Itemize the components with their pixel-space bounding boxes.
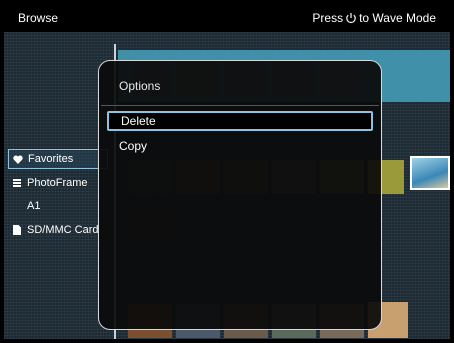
option-delete[interactable]: Delete: [107, 111, 373, 131]
list-icon: [12, 179, 22, 187]
top-bar: Browse Press to Wave Mode: [4, 4, 450, 32]
sidebar-item-label: A1: [27, 200, 41, 212]
sidebar-item-label: SD/MMC Card: [27, 224, 99, 236]
dialog-divider: [101, 105, 379, 106]
power-icon: [346, 13, 356, 24]
option-label: Copy: [119, 139, 148, 153]
hint-suffix: to Wave Mode: [359, 11, 436, 25]
page-title: Browse: [18, 11, 59, 25]
options-dialog: Options Delete Copy: [98, 60, 382, 330]
hint-prefix: Press: [312, 11, 344, 25]
sidebar-item-label: Favorites: [28, 153, 74, 165]
sidebar-item-photoframe[interactable]: PhotoFrame: [8, 173, 108, 193]
option-label: Delete: [121, 114, 156, 128]
heart-icon: [13, 155, 23, 164]
sidebar-item-label: PhotoFrame: [27, 177, 88, 189]
option-copy[interactable]: Copy: [107, 136, 373, 156]
sidebar-item-favorites[interactable]: Favorites: [8, 149, 108, 169]
dialog-title: Options: [119, 79, 161, 93]
sidebar-item-sd-mmc-card[interactable]: SD/MMC Card: [8, 220, 108, 240]
sidebar: Favorites PhotoFrame A1 SD/MMC Card: [4, 32, 113, 339]
sidebar-item-a1[interactable]: A1: [8, 196, 108, 216]
wave-mode-hint: Press to Wave Mode: [312, 11, 436, 25]
screen: Browse Press to Wave Mode Favorites Phot…: [4, 4, 450, 339]
photo-thumbnail[interactable]: [410, 156, 450, 190]
memory-card-icon: [12, 225, 22, 235]
